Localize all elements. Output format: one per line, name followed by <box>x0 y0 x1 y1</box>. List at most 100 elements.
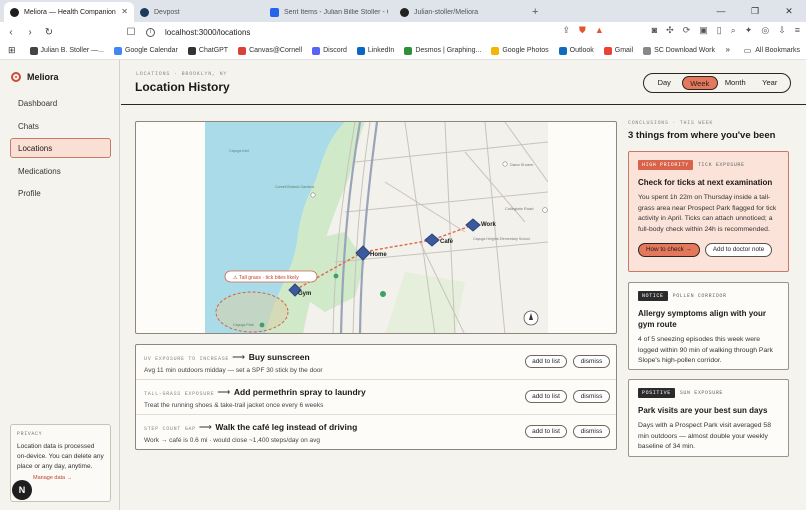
bookmark-item[interactable]: Gmail <box>603 46 633 55</box>
forward-icon[interactable]: › <box>22 27 38 38</box>
range-year-button[interactable]: Year <box>753 76 788 90</box>
card-category: TICK EXPOSURE <box>697 162 745 168</box>
add-to-list-button[interactable]: add to list <box>525 425 567 438</box>
share-icon[interactable]: ⇪ <box>563 25 571 36</box>
poi-icon <box>542 207 548 213</box>
browser-tab-meliora[interactable]: Meliora — Health Companion ✕ <box>4 2 134 22</box>
camera-icon[interactable]: ◙ <box>652 25 657 36</box>
poi-icon <box>310 192 316 198</box>
menu-icon[interactable]: ≡ <box>795 25 800 36</box>
add-to-list-button[interactable]: add to list <box>525 355 567 368</box>
bookmark-item[interactable]: ChatGPT <box>187 46 229 55</box>
card-badge-row: POSITIVE SUN EXPOSURE <box>638 388 779 398</box>
bookmark-item[interactable]: LinkedIn <box>356 46 394 55</box>
tab-search-icon[interactable]: ⌕ <box>731 25 736 36</box>
range-day-button[interactable]: Day <box>647 76 682 90</box>
arrow-right-icon: ⟶ <box>198 422 213 432</box>
list-item: TALL-GRASS EXPOSURE ⟶ Add permethrin spray… <box>136 380 616 415</box>
sidebar-item-locations[interactable]: Locations <box>10 138 111 158</box>
browser-tab-outlook[interactable]: Sent Items - Julian Billie Stoller - Out… <box>264 2 394 22</box>
vpn-icon[interactable]: ◎ <box>761 25 769 36</box>
brand[interactable]: Meliora <box>11 72 59 82</box>
location-map[interactable]: Home Café Work Gym ⚠ Tall grass · tick b… <box>205 122 548 334</box>
avatar[interactable]: N <box>12 480 32 500</box>
how-to-check-button[interactable]: How to check → <box>638 243 700 258</box>
positive-badge: POSITIVE <box>638 388 675 398</box>
rec-title: Walk the café leg instead of driving <box>215 422 358 432</box>
conclusion-card-pollen: NOTICE POLLEN CORRIDOR Allergy symptoms … <box>628 282 789 370</box>
rec-tag: STEP COUNT GAP <box>144 426 196 432</box>
brave-rewards-icon[interactable]: ▲ <box>595 25 604 36</box>
map-label-inlet: Cayuga Inlet <box>229 149 249 153</box>
tab-title: Julian-stoller/Meliora <box>414 8 479 16</box>
bookmark-item[interactable]: Outlook <box>558 46 594 55</box>
bookmarks-overflow-icon[interactable]: » <box>726 45 730 54</box>
card-body: 4 of 5 sneezing episodes this week were … <box>638 336 773 365</box>
new-tab-button[interactable]: + <box>524 6 546 22</box>
page-title: Location History <box>135 80 230 94</box>
toolbar-actions: ⇪ ⛊ ▲ ◙ ✣ ⟳ ▣ ▯ ⌕ ✦ ◎ ⇩ ≡ <box>563 25 801 36</box>
card-category: SUN EXPOSURE <box>679 390 724 396</box>
bookmark-item[interactable]: Canvas@Cornell <box>238 46 302 55</box>
all-bookmarks-label: All Bookmarks <box>755 47 800 54</box>
list-item: STEP COUNT GAP ⟶ Walk the café leg instead… <box>136 415 616 450</box>
bookmark-favicon-icon <box>603 46 612 55</box>
browser-tab-bar: Meliora — Health Companion ✕ Devpost Sen… <box>0 0 806 22</box>
cafe-label: Café <box>440 239 454 245</box>
map-label-park: Cayuga Park <box>233 323 254 327</box>
leo-ai-icon[interactable]: ✦ <box>745 25 753 36</box>
address-bar[interactable]: i localhost:3000/locations <box>136 24 566 40</box>
bookmark-item[interactable]: Julian B. Stoller —... <box>29 46 104 55</box>
browser-tab-devpost[interactable]: Devpost <box>134 2 264 22</box>
apps-grid-icon[interactable]: ⊞ <box>8 45 16 56</box>
sidebar: Meliora Dashboard Chats Locations Medica… <box>0 60 120 510</box>
sidebar-item-profile[interactable]: Profile <box>10 183 111 203</box>
browser-toolbar: ‹ › ↻ ☐ i localhost:3000/locations ⇪ ⛊ ▲… <box>0 22 806 42</box>
map-label-botanic: Cornell Botanic Gardens <box>275 185 314 189</box>
add-to-doctor-note-button[interactable]: Add to doctor note <box>704 243 773 258</box>
sidebar-item-dashboard[interactable]: Dashboard <box>10 93 111 113</box>
back-icon[interactable]: ‹ <box>3 27 19 38</box>
maximize-icon[interactable]: ❐ <box>738 0 772 22</box>
dismiss-button[interactable]: dismiss <box>573 390 610 403</box>
github-favicon-icon <box>400 7 409 17</box>
sidebar-item-chats[interactable]: Chats <box>10 116 111 136</box>
all-bookmarks-button[interactable]: ▭ All Bookmarks <box>744 46 800 55</box>
home-label: Home <box>370 252 387 258</box>
map-card: Home Café Work Gym ⚠ Tall grass · tick b… <box>135 121 617 334</box>
bookmark-item[interactable]: Google Calendar <box>113 46 178 55</box>
close-window-icon[interactable]: ✕ <box>772 0 806 22</box>
reload-icon[interactable]: ↻ <box>41 27 57 38</box>
poi-icon <box>502 161 508 167</box>
sidebar-item-medications[interactable]: Medications <box>10 161 111 181</box>
range-month-button[interactable]: Month <box>718 76 753 90</box>
bookmark-item[interactable]: SC Download Work <box>643 46 715 55</box>
dismiss-button[interactable]: dismiss <box>573 425 610 438</box>
bookmark-label: Google Calendar <box>124 47 178 54</box>
wallet-icon[interactable]: ▣ <box>699 25 708 36</box>
extension-icon[interactable]: ✣ <box>666 25 674 36</box>
bookmark-item[interactable]: Discord <box>312 46 347 55</box>
bookmark-item[interactable]: Google Photos <box>491 46 549 55</box>
minimize-icon[interactable]: — <box>704 0 738 22</box>
bookmark-favicon-icon <box>113 46 122 55</box>
bookmark-label: ChatGPT <box>198 47 229 54</box>
browser-tab-github[interactable]: Julian-stoller/Meliora <box>394 2 524 22</box>
card-body: Days with a Prospect Park visit averaged… <box>638 422 771 451</box>
tab-title: Sent Items - Julian Billie Stoller - Out… <box>284 8 388 16</box>
sidebar-toggle-icon[interactable]: ▯ <box>717 25 722 36</box>
rec-header: STEP COUNT GAP ⟶ Walk the café leg instead… <box>144 422 357 433</box>
map-label-school: Cayuga Heights Elementary School <box>473 237 530 241</box>
range-week-button[interactable]: Week <box>681 76 718 90</box>
card-body: You spent 1h 22m on Thursday inside a ta… <box>638 194 777 233</box>
site-info-icon[interactable]: i <box>146 27 155 37</box>
close-tab-icon[interactable]: ✕ <box>121 7 128 16</box>
manage-data-link[interactable]: Manage data → <box>17 475 104 481</box>
download-icon[interactable]: ⇩ <box>778 25 786 36</box>
add-to-list-button[interactable]: add to list <box>525 390 567 403</box>
dismiss-button[interactable]: dismiss <box>573 355 610 368</box>
brave-shield-icon[interactable]: ⛊ <box>579 25 586 36</box>
sync-icon[interactable]: ⟳ <box>683 25 691 36</box>
bookmark-item[interactable]: Desmos | Graphing... <box>404 46 481 55</box>
tick-warning-text: ⚠ Tall grass · tick bites likely <box>233 275 299 281</box>
